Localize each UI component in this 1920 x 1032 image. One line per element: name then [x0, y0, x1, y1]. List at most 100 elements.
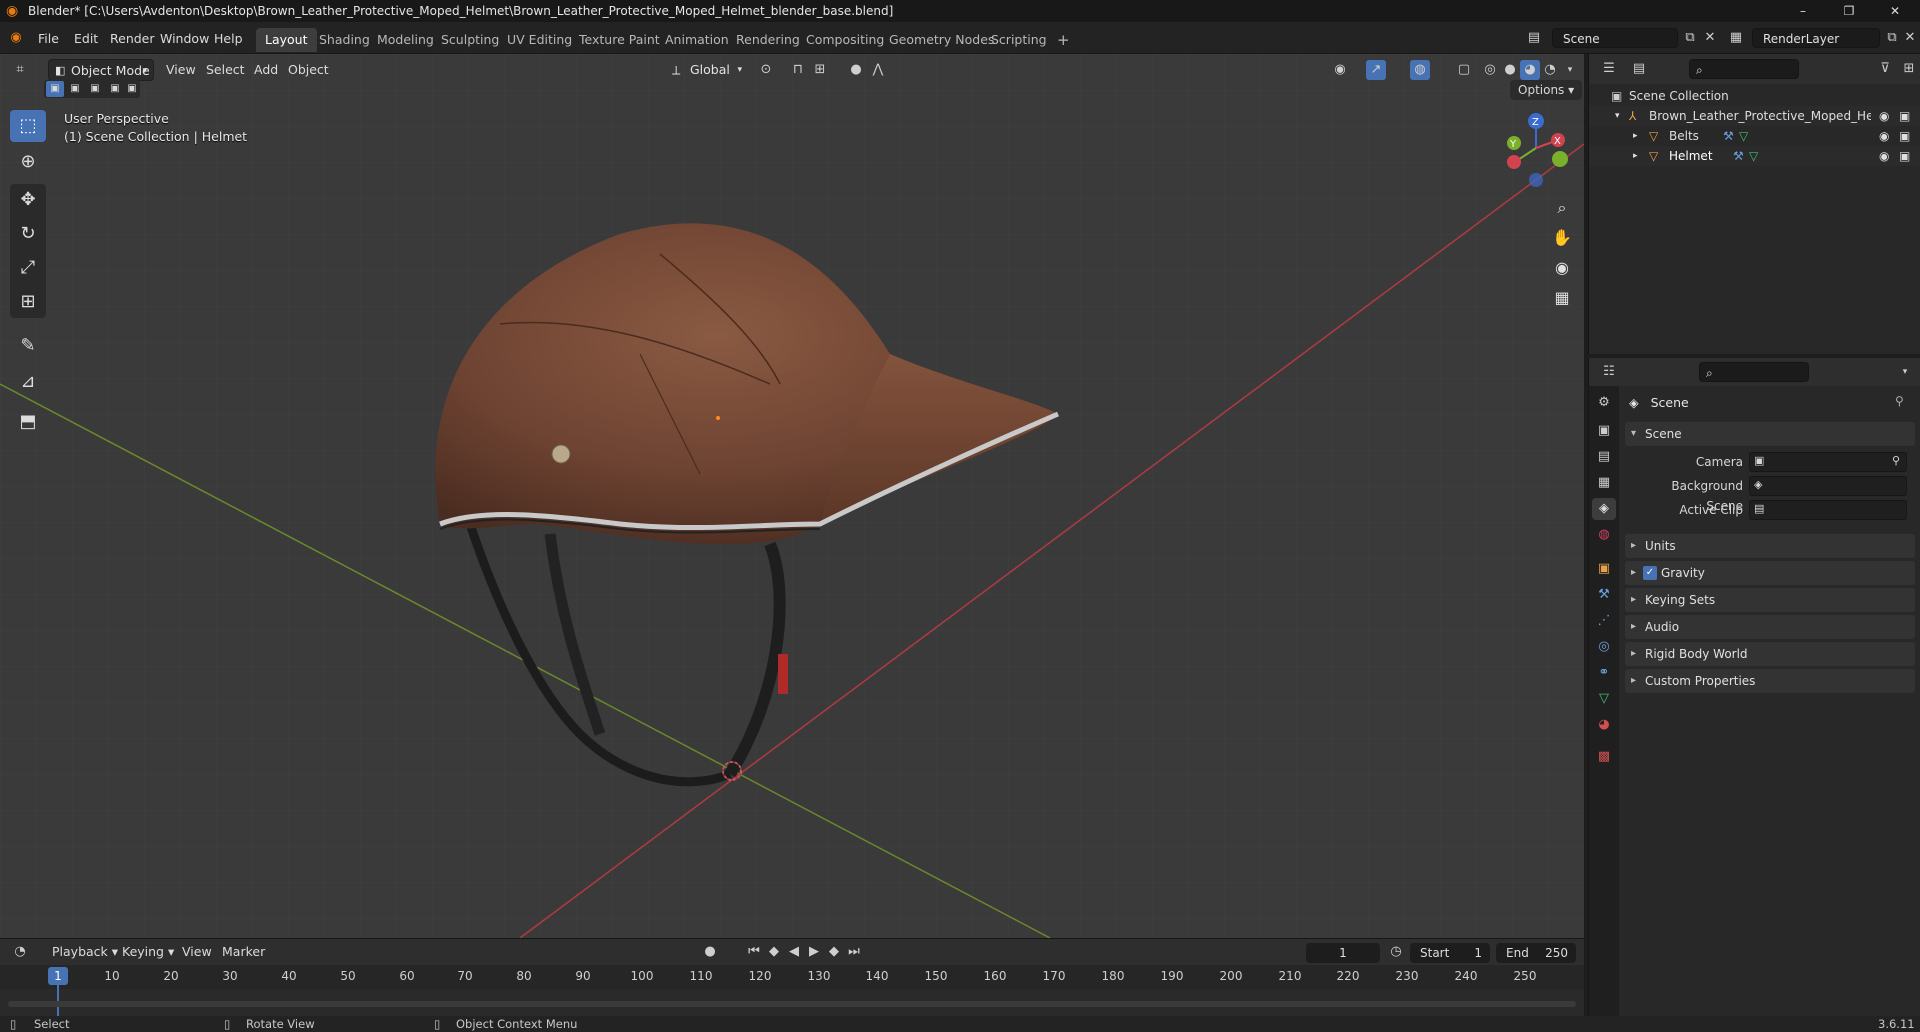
jump-keyframe-back-icon[interactable]: ◆ [764, 942, 784, 962]
tab-object-icon[interactable]: ▣ [1592, 558, 1616, 580]
shading-wireframe-icon[interactable]: ◎ [1480, 60, 1500, 80]
pan-hand-icon[interactable]: ✋ [1548, 224, 1576, 252]
shading-rendered-icon[interactable]: ◔ [1540, 60, 1560, 80]
shading-material-icon[interactable]: ◕ [1520, 60, 1540, 80]
panel-keying-sets-header[interactable]: ▸ Keying Sets [1625, 588, 1915, 612]
view-layer-icon[interactable]: ▦ [1726, 28, 1746, 48]
3d-viewport[interactable]: Z Y X ⌗ ◧ Object Mode ▾ View Select Add … [0, 54, 1584, 938]
tab-data-icon[interactable]: ▽ [1592, 688, 1616, 710]
properties-search-input[interactable]: ⌕ [1699, 362, 1809, 382]
new-collection-icon[interactable]: ⊞ [1899, 59, 1919, 79]
annotate-tool[interactable]: ✎ [10, 330, 46, 362]
select-subtract-icon[interactable]: ▣ [86, 81, 104, 97]
tab-world-icon[interactable]: ◍ [1592, 524, 1616, 546]
select-new-icon[interactable]: ▣ [46, 81, 64, 97]
display-mode-icon[interactable]: ▤ [1629, 59, 1649, 79]
tab-material-icon[interactable]: ◕ [1592, 714, 1616, 736]
tab-compositing[interactable]: Compositing [797, 28, 893, 52]
eye-icon[interactable]: ◉ [1879, 106, 1889, 126]
current-frame-field[interactable]: 1 [1306, 943, 1380, 963]
properties-editor-icon[interactable]: ☷ [1599, 362, 1619, 382]
tab-particles-icon[interactable]: ⋰ [1592, 610, 1616, 632]
proportional-editing-icon[interactable]: ● [846, 60, 866, 80]
outliner-row-scene-collection[interactable]: ▣ Scene Collection [1589, 86, 1920, 106]
menu-help[interactable]: Help [206, 29, 251, 49]
jump-keyframe-forward-icon[interactable]: ◆ [824, 942, 844, 962]
select-box-tool[interactable]: ⬚ [10, 110, 46, 142]
tab-output-icon[interactable]: ▤ [1592, 446, 1616, 468]
outliner-editor-icon[interactable]: ☰ [1599, 59, 1619, 79]
timeline-menu-view[interactable]: View [174, 941, 220, 963]
tab-constraints-icon[interactable]: ⚭ [1592, 662, 1616, 684]
camera-view-icon[interactable]: ◉ [1548, 254, 1576, 282]
play-reverse-icon[interactable]: ◀ [784, 942, 804, 962]
filter-icon[interactable]: ⊽ [1875, 59, 1895, 79]
minimize-button[interactable]: – [1780, 0, 1826, 22]
panel-rigid-body-header[interactable]: ▸ Rigid Body World [1625, 642, 1915, 666]
rotate-tool[interactable]: ↻ [10, 218, 46, 250]
jump-start-icon[interactable]: ⏮ [744, 942, 764, 962]
mode-dropdown[interactable]: ◧ Object Mode ▾ [48, 59, 154, 81]
camera-field[interactable]: ▣ ⚲ [1749, 452, 1907, 472]
new-layer-icon[interactable]: ⧉ [1882, 28, 1902, 48]
camera-render-icon[interactable]: ▣ [1899, 106, 1910, 126]
select-invert-icon[interactable]: ▣ [106, 81, 124, 97]
tab-modifiers-icon[interactable]: ⚒ [1592, 584, 1616, 606]
ortho-grid-icon[interactable]: ▦ [1548, 284, 1576, 312]
visibility-icon[interactable]: ◉ [1330, 60, 1350, 80]
eye-icon[interactable]: ◉ [1879, 146, 1889, 166]
frame-ruler[interactable]: 1 10 20 30 40 50 60 70 80 90 100 110 120… [0, 965, 1584, 1017]
tab-layout[interactable]: Layout [256, 28, 317, 52]
scene-name-field[interactable]: Scene [1552, 28, 1678, 48]
end-frame-field[interactable]: End 250 [1496, 943, 1576, 963]
tab-render-icon[interactable]: ▣ [1592, 420, 1616, 442]
tab-texture-paint[interactable]: Texture Paint [570, 28, 669, 52]
timeline-editor-icon[interactable]: ◔ [10, 942, 30, 962]
add-cube-tool[interactable]: ⬒ [10, 406, 46, 438]
tab-scripting[interactable]: Scripting [982, 28, 1056, 52]
timeline-scrollbar[interactable] [8, 1001, 1576, 1007]
outliner-row-helmet[interactable]: ▸ ▽ Helmet ⚒ ▽ ◉ ▣ [1589, 146, 1920, 166]
tab-scene-icon[interactable]: ◈ [1592, 498, 1616, 520]
menu-file[interactable]: File [30, 29, 67, 49]
panel-gravity-header[interactable]: ▸ ✓ Gravity [1625, 561, 1915, 585]
zoom-icon[interactable]: ⌕ [1548, 194, 1576, 222]
shading-solid-icon[interactable]: ● [1500, 60, 1520, 80]
timeline-menu-marker[interactable]: Marker [214, 941, 273, 963]
renderlayer-field[interactable]: RenderLayer [1752, 28, 1880, 48]
move-tool[interactable]: ✥ [10, 184, 46, 216]
jump-end-icon[interactable]: ⏭ [844, 942, 864, 962]
measure-tool[interactable]: ⊿ [10, 366, 46, 398]
viewport-menu-object[interactable]: Object [280, 59, 337, 81]
background-scene-field[interactable]: ◈ [1749, 476, 1907, 496]
maximize-button[interactable]: ❐ [1826, 0, 1872, 22]
tab-physics-icon[interactable]: ◎ [1592, 636, 1616, 658]
expand-arrow-icon[interactable]: ▸ [1633, 146, 1638, 166]
panel-units-header[interactable]: ▸ Units [1625, 534, 1915, 558]
tab-uv-editing[interactable]: UV Editing [498, 28, 581, 52]
panel-custom-properties-header[interactable]: ▸ Custom Properties [1625, 669, 1915, 693]
record-icon[interactable]: ● [700, 942, 720, 962]
viewport-menu-select[interactable]: Select [198, 59, 253, 81]
falloff-icon[interactable]: ⋀ [868, 60, 888, 80]
transform-tool[interactable]: ⊞ [10, 286, 46, 318]
stopwatch-icon[interactable]: ◷ [1386, 942, 1406, 962]
xray-icon[interactable]: ▢ [1454, 60, 1474, 80]
eyedropper-icon[interactable]: ⚲ [1892, 454, 1900, 467]
snap-icon[interactable]: ⊓ [788, 60, 808, 80]
properties-options-icon[interactable]: ▾ [1895, 362, 1915, 382]
transform-orientation-dropdown[interactable]: ⟂ Global ▾ [668, 59, 746, 81]
add-workspace-button[interactable]: + [1048, 28, 1079, 52]
panel-scene-header[interactable]: ▾ Scene [1625, 422, 1915, 446]
close-button[interactable]: ✕ [1872, 0, 1918, 22]
cursor-tool[interactable]: ⊕ [10, 146, 46, 178]
select-extend-icon[interactable]: ▣ [66, 81, 84, 97]
delete-layer-icon[interactable]: ✕ [1900, 28, 1920, 48]
tab-sculpting[interactable]: Sculpting [432, 28, 508, 52]
menu-edit[interactable]: Edit [66, 29, 106, 49]
blender-menu-icon[interactable]: ◉ [6, 28, 26, 48]
outliner-row-belts[interactable]: ▸ ▽ Belts ⚒ ▽ ◉ ▣ [1589, 126, 1920, 146]
active-clip-field[interactable]: ▤ [1749, 500, 1907, 520]
eye-icon[interactable]: ◉ [1879, 126, 1889, 146]
camera-render-icon[interactable]: ▣ [1899, 126, 1910, 146]
